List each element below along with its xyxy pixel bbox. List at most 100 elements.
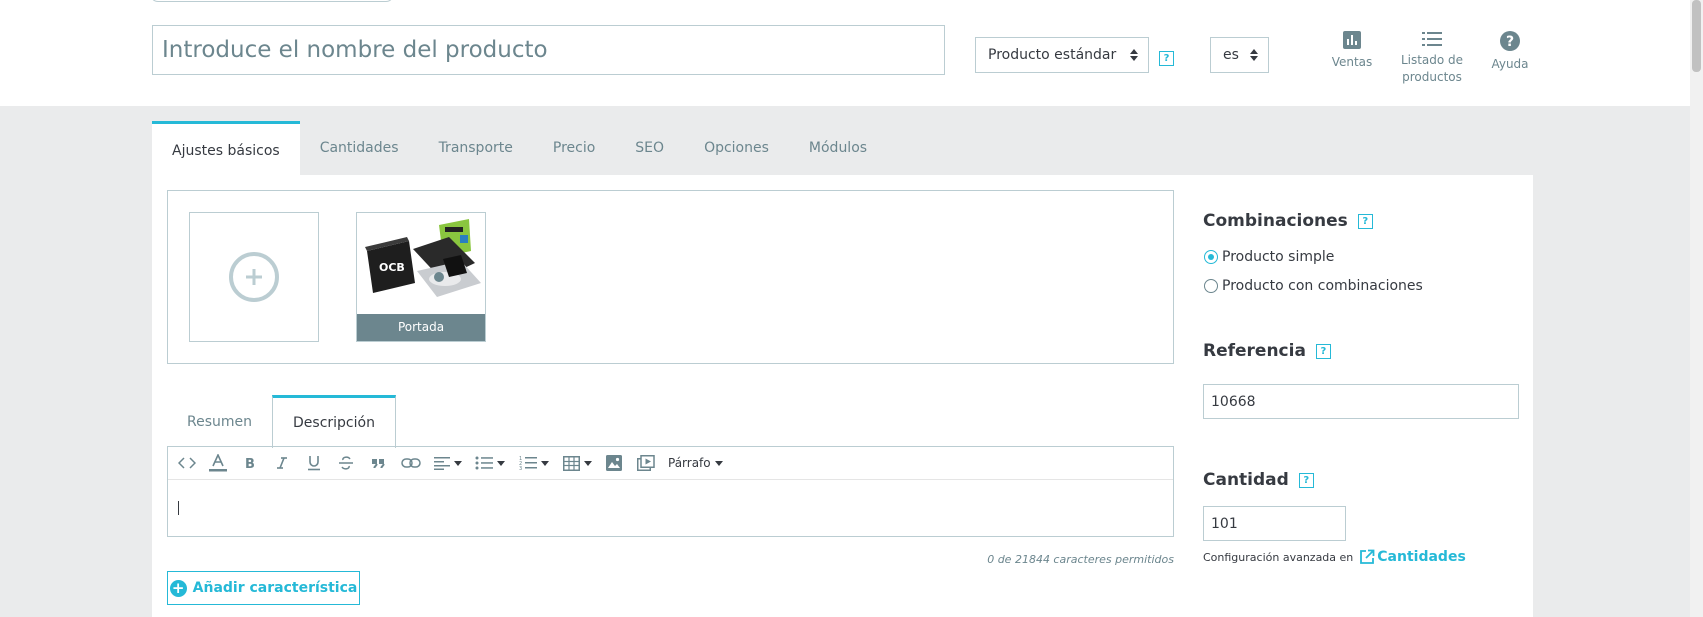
basic-settings-panel: OCB Portada Resumen Descripción B 1 2 3 … <box>152 175 1533 617</box>
bold-icon: B <box>245 457 255 470</box>
bar-chart-icon <box>1343 31 1361 49</box>
list-icon <box>1422 32 1442 46</box>
product-images-box: OCB Portada <box>167 190 1174 364</box>
header-pill[interactable] <box>150 0 394 2</box>
description-tabs: Resumen Descripción <box>167 393 396 448</box>
reference-heading: Referencia <box>1203 341 1306 361</box>
product-image-cover[interactable]: OCB Portada <box>356 212 486 342</box>
tab-options[interactable]: Opciones <box>684 121 789 175</box>
italic-button[interactable] <box>270 451 294 475</box>
product-tabs: Ajustes básicos Cantidades Transporte Pr… <box>152 121 887 175</box>
numbered-list-icon: 123 <box>519 456 537 471</box>
radio-checked-icon[interactable] <box>1204 250 1218 264</box>
svg-text:B: B <box>245 457 255 470</box>
add-circle-icon <box>229 252 279 302</box>
reference-title: Referencia ? <box>1203 341 1331 361</box>
quantities-link-label: Cantidades <box>1377 549 1466 565</box>
underline-button[interactable] <box>302 451 326 475</box>
tab-basic-settings[interactable]: Ajustes básicos <box>152 121 300 175</box>
product-header: Producto estándar ? es Ventas Listado de… <box>0 0 1690 106</box>
product-thumbnail-icon: OCB <box>357 213 485 316</box>
table-icon <box>562 455 580 471</box>
sales-button[interactable]: Ventas <box>1326 30 1378 71</box>
paragraph-format-dropdown[interactable]: Párrafo <box>668 451 723 475</box>
quantity-title: Cantidad ? <box>1203 470 1314 490</box>
scrollbar-thumb[interactable] <box>1692 0 1701 72</box>
help-button[interactable]: ? Ayuda <box>1488 30 1532 73</box>
dropdown-caret-icon <box>541 460 549 466</box>
svg-text:3: 3 <box>519 466 522 471</box>
dropdown-caret-icon <box>714 460 723 466</box>
dropdown-caret-icon <box>583 460 592 466</box>
strikethrough-button[interactable] <box>334 451 358 475</box>
help-label: Ayuda <box>1491 57 1529 71</box>
cover-caption: Portada <box>357 314 485 341</box>
radio-product-with-combinations[interactable]: Producto con combinaciones <box>1204 278 1423 294</box>
blockquote-button[interactable] <box>366 451 390 475</box>
tab-price[interactable]: Precio <box>533 121 615 175</box>
combinations-help-icon[interactable]: ? <box>1357 213 1373 229</box>
quote-icon <box>372 459 385 468</box>
product-list-button[interactable]: Listado de productos <box>1398 30 1466 86</box>
radio-simple-label: Producto simple <box>1222 249 1335 265</box>
description-editor: B 1 2 3 Párrafo <box>167 446 1174 537</box>
product-type-help-icon[interactable]: ? <box>1159 51 1174 66</box>
text-color-button[interactable] <box>206 451 230 475</box>
dropdown-caret-icon <box>497 460 505 466</box>
insert-image-button[interactable] <box>602 451 626 475</box>
select-caret-icon <box>1250 48 1258 62</box>
combinations-title: Combinaciones ? <box>1203 211 1373 231</box>
product-type-select[interactable]: Producto estándar <box>975 37 1149 73</box>
align-dropdown[interactable] <box>432 451 464 475</box>
reference-help-icon[interactable]: ? <box>1315 343 1331 359</box>
advanced-settings-text: Configuración avanzada en <box>1203 550 1354 564</box>
tab-modules[interactable]: Módulos <box>789 121 887 175</box>
quantities-link[interactable]: Cantidades <box>1359 549 1466 565</box>
page-scrollbar[interactable] <box>1690 0 1703 617</box>
link-button[interactable] <box>398 451 424 475</box>
select-caret-icon <box>1130 48 1138 62</box>
language-select[interactable]: es <box>1210 37 1269 73</box>
tab-quantities[interactable]: Cantidades <box>300 121 419 175</box>
strikethrough-icon <box>339 456 353 470</box>
bullet-list-icon <box>475 456 493 470</box>
bold-button[interactable]: B <box>238 451 262 475</box>
product-name-input[interactable] <box>152 25 945 75</box>
underline-icon <box>308 456 320 471</box>
editor-toolbar: B 1 2 3 Párrafo <box>168 447 1173 480</box>
tab-seo[interactable]: SEO <box>615 121 684 175</box>
reference-input[interactable] <box>1203 384 1519 419</box>
sales-label: Ventas <box>1331 55 1373 69</box>
radio-unchecked-icon[interactable] <box>1204 279 1218 293</box>
link-icon <box>401 458 421 468</box>
combinations-heading: Combinaciones <box>1203 211 1348 231</box>
radio-combinations-label: Producto con combinaciones <box>1222 278 1423 294</box>
table-dropdown[interactable] <box>560 451 594 475</box>
text-color-icon <box>209 454 227 472</box>
char-counter: 0 de 21844 caracteres permitidos <box>987 553 1174 566</box>
svg-text:OCB: OCB <box>379 261 405 274</box>
dropdown-caret-icon <box>454 460 462 466</box>
image-icon <box>606 455 622 471</box>
tab-shipping[interactable]: Transporte <box>419 121 533 175</box>
paragraph-format-label: Párrafo <box>668 456 711 470</box>
quantity-heading: Cantidad <box>1203 470 1289 490</box>
code-view-button[interactable] <box>176 451 198 475</box>
tab-description[interactable]: Descripción <box>272 395 396 448</box>
media-icon <box>637 455 655 471</box>
numbered-list-dropdown[interactable]: 123 <box>516 451 552 475</box>
radio-simple-product[interactable]: Producto simple <box>1204 249 1334 265</box>
external-link-icon <box>1360 549 1375 564</box>
add-circle-icon: + <box>169 579 187 597</box>
tab-summary[interactable]: Resumen <box>167 397 272 447</box>
insert-media-button[interactable] <box>634 451 658 475</box>
language-value: es <box>1223 47 1239 63</box>
add-image-button[interactable] <box>189 212 319 342</box>
quantity-input[interactable] <box>1203 506 1346 541</box>
editor-content-area[interactable] <box>168 480 1173 536</box>
quantity-help-icon[interactable]: ? <box>1298 472 1314 488</box>
add-feature-button[interactable]: + Añadir característica <box>167 571 360 605</box>
product-list-label-line1: Listado de <box>1400 53 1464 67</box>
add-feature-label: Añadir característica <box>192 580 358 596</box>
bullet-list-dropdown[interactable] <box>472 451 508 475</box>
